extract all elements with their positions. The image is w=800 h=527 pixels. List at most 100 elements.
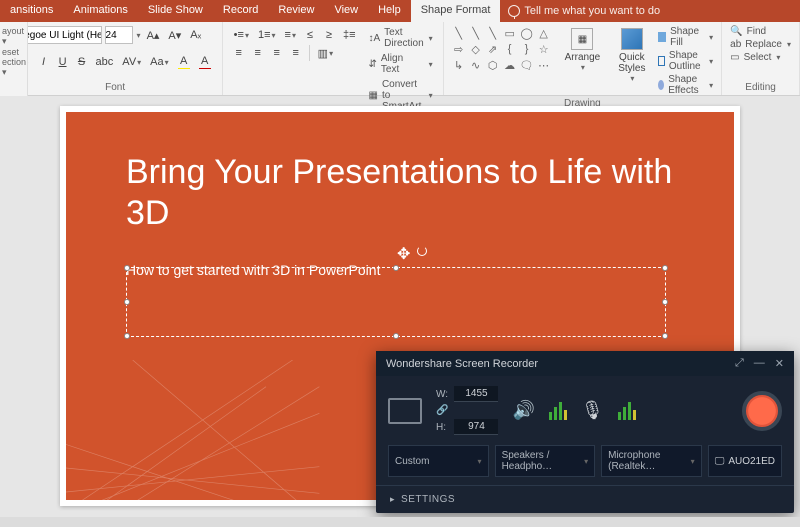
tab-review[interactable]: Review (268, 0, 324, 22)
increase-indent-button[interactable]: ≥ (321, 26, 337, 44)
shape-diamond-icon[interactable]: ◇ (469, 42, 483, 56)
change-case-button[interactable]: Aa▾ (147, 53, 171, 71)
align-right-button[interactable]: ≡ (269, 44, 285, 62)
shape-outline-button[interactable]: Shape Outline▾ (658, 50, 713, 72)
resize-handle-s[interactable] (393, 333, 399, 339)
resize-handle-sw[interactable] (124, 333, 130, 339)
shape-curve-icon[interactable]: ∿ (469, 58, 483, 72)
shape-effects-button[interactable]: Shape Effects▾ (658, 74, 713, 96)
align-text-button[interactable]: ⇵Align Text▾ (367, 52, 435, 76)
text-shadow-button[interactable]: abc (93, 53, 117, 71)
rotate-handle[interactable] (417, 246, 427, 256)
tell-me[interactable]: Tell me what you want to do (500, 0, 668, 22)
list-level-button[interactable]: ≡▾ (282, 26, 299, 44)
height-input[interactable] (454, 419, 498, 435)
tab-transitions[interactable]: ansitions (0, 0, 63, 22)
popout-icon[interactable]: ⤢ (735, 357, 744, 370)
recorder-titlebar[interactable]: Wondershare Screen Recorder ⤢ — ✕ (376, 351, 794, 376)
line-spacing-button[interactable]: ‡≡ (340, 26, 359, 44)
numbering-button[interactable]: 1≡▾ (255, 26, 279, 44)
increase-font-button[interactable]: A▴ (144, 26, 163, 44)
preset-select[interactable]: Custom▾ (388, 445, 489, 477)
close-icon[interactable]: ✕ (775, 357, 784, 370)
record-button[interactable] (742, 391, 782, 431)
shape-callout-icon[interactable]: 🗨 (520, 58, 534, 72)
minimize-icon[interactable]: — (754, 357, 765, 370)
columns-button[interactable]: ▥▾ (315, 44, 336, 62)
italic-button[interactable]: I (36, 53, 52, 71)
font-color-button[interactable]: A (196, 53, 214, 71)
tab-slideshow[interactable]: Slide Show (138, 0, 213, 22)
shape-cloud-icon[interactable]: ☁ (503, 58, 517, 72)
decrease-indent-button[interactable]: ≤ (302, 26, 318, 44)
speaker-select[interactable]: Speakers / Headpho…▾ (495, 445, 596, 477)
select-button[interactable]: ▭Select▾ (730, 52, 791, 63)
outline-icon (658, 56, 664, 66)
shape-tri-icon[interactable]: △ (537, 26, 551, 40)
font-name-select[interactable] (17, 26, 102, 44)
tab-view[interactable]: View (324, 0, 368, 22)
tab-animations[interactable]: Animations (63, 0, 137, 22)
display-select[interactable]: 🖵AUO21ED (708, 445, 782, 477)
shape-star-icon[interactable]: ☆ (537, 42, 551, 56)
shape-line2-icon[interactable]: ╲ (469, 26, 483, 40)
paragraph-group: •≡▾ 1≡▾ ≡▾ ≤ ≥ ‡≡ ≡ ≡ ≡ ≡ ▥▾ ↕AText Dire (223, 22, 444, 95)
shape-brace-icon[interactable]: { (503, 42, 517, 56)
tell-me-label: Tell me what you want to do (524, 5, 660, 17)
text-direction-button[interactable]: ↕AText Direction▾ (367, 26, 435, 50)
resize-handle-nw[interactable] (124, 265, 130, 271)
chevron-down-icon[interactable]: ▾ (137, 31, 141, 40)
resize-handle-n[interactable] (393, 265, 399, 271)
font-color-icon: A (201, 55, 208, 67)
quick-styles-button[interactable]: Quick Styles▾ (613, 26, 650, 85)
char-spacing-button[interactable]: AV▾ (119, 53, 144, 71)
capture-region-button[interactable] (388, 398, 422, 424)
resize-handle-w[interactable] (124, 299, 130, 305)
bullets-button[interactable]: •≡▾ (231, 26, 252, 44)
layout-fragment[interactable]: ayout ▾ (2, 26, 25, 47)
selection-box[interactable]: ✥ (126, 267, 666, 337)
underline-button[interactable]: U (55, 53, 71, 71)
settings-toggle[interactable]: SETTINGS (376, 485, 794, 513)
arrange-button[interactable]: ▦ Arrange▾ (560, 26, 606, 74)
shape-brace2-icon[interactable]: } (520, 42, 534, 56)
shape-oval-icon[interactable]: ◯ (520, 26, 534, 40)
find-icon: 🔍 (730, 26, 742, 37)
mic-select[interactable]: Microphone (Realtek…▾ (601, 445, 702, 477)
shapes-gallery[interactable]: ╲ ╲ ╲ ▭ ◯ △ ⇨ ◇ ⇗ { } ☆ ↳ ∿ ⬡ ☁ 🗨 ⋯ (452, 26, 552, 72)
clear-formatting-button[interactable]: Aₓ (187, 26, 204, 44)
shape-connector-icon[interactable]: ↳ (452, 58, 466, 72)
screen-recorder-window[interactable]: Wondershare Screen Recorder ⤢ — ✕ W: 🔗 H… (376, 351, 794, 513)
find-button[interactable]: 🔍 Find (730, 26, 791, 37)
font-size-select[interactable] (105, 26, 133, 44)
section-fragment[interactable]: ection ▾ (2, 57, 25, 78)
shape-hex-icon[interactable]: ⬡ (486, 58, 500, 72)
shape-rect-icon[interactable]: ▭ (503, 26, 517, 40)
tab-record[interactable]: Record (213, 0, 268, 22)
shape-arrow2-icon[interactable]: ⇗ (486, 42, 500, 56)
tab-shape-format[interactable]: Shape Format (411, 0, 501, 22)
replace-button[interactable]: abReplace▾ (730, 39, 791, 50)
strikethrough-button[interactable]: S (74, 53, 90, 71)
slide-title[interactable]: Bring Your Presentations to Life with 3D (126, 152, 674, 234)
width-input[interactable] (454, 386, 498, 402)
reset-fragment[interactable]: eset (2, 47, 25, 57)
decrease-font-button[interactable]: A▾ (165, 26, 184, 44)
shape-arrow-icon[interactable]: ⇨ (452, 42, 466, 56)
align-center-button[interactable]: ≡ (250, 44, 266, 62)
shape-more-icon[interactable]: ⋯ (537, 58, 551, 72)
justify-button[interactable]: ≡ (288, 44, 304, 62)
shape-fill-button[interactable]: Shape Fill▾ (658, 26, 713, 48)
resize-handle-e[interactable] (662, 299, 668, 305)
tab-help[interactable]: Help (368, 0, 411, 22)
resize-handle-ne[interactable] (662, 265, 668, 271)
align-left-button[interactable]: ≡ (231, 44, 247, 62)
lock-aspect-icon[interactable]: 🔗 (436, 405, 448, 416)
shape-line3-icon[interactable]: ╲ (486, 26, 500, 40)
highlight-button[interactable]: A (175, 53, 193, 71)
shape-line-icon[interactable]: ╲ (452, 26, 466, 40)
mic-icon[interactable]: 🎙 (581, 400, 604, 421)
find-label: Find (747, 26, 766, 37)
resize-handle-se[interactable] (662, 333, 668, 339)
speaker-icon[interactable]: 🔊 (512, 400, 534, 421)
